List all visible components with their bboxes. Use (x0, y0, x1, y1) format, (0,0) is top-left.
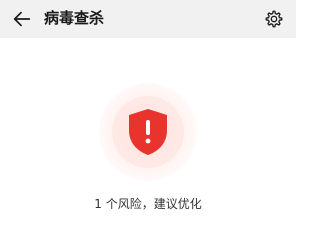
settings-button[interactable] (260, 5, 288, 33)
shield-alert-icon (129, 109, 167, 155)
arrow-left-icon (13, 11, 31, 27)
top-app-bar: 病毒查杀 (0, 0, 296, 38)
gear-icon (265, 10, 283, 28)
page-title: 病毒查杀 (44, 9, 105, 27)
risk-status-text: 1 个风险，建议优化 (94, 197, 202, 211)
virus-scan-screen: 病毒查杀 1 个风险，建议优化 (0, 0, 296, 240)
back-button[interactable] (8, 5, 36, 33)
